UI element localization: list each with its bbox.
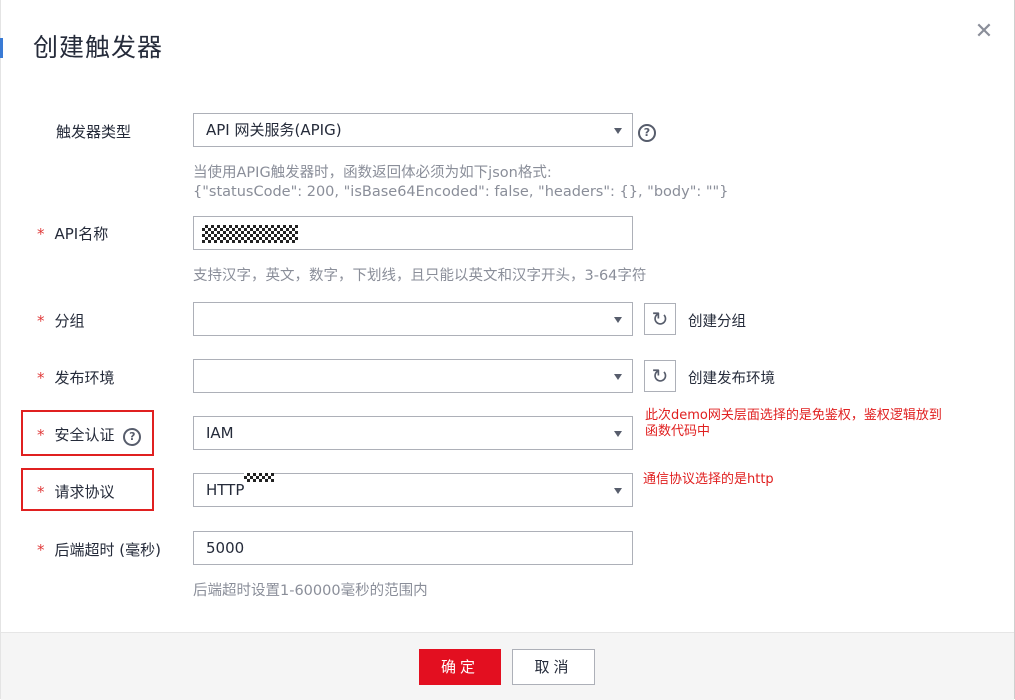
cancel-button[interactable]: 取消 <box>512 649 595 685</box>
group-label: * 分组 <box>37 310 85 331</box>
protocol-select[interactable]: HTTP <box>193 473 633 507</box>
auth-value: IAM <box>206 424 234 442</box>
title-accent-bar <box>0 38 3 58</box>
trigger-type-select[interactable]: API 网关服务(APIG) <box>193 113 633 147</box>
timeout-hint: 后端超时设置1-60000毫秒的范围内 <box>193 583 428 599</box>
protocol-label-text: 请求协议 <box>54 483 115 501</box>
chevron-down-icon <box>614 128 622 134</box>
dialog-title: 创建触发器 <box>33 33 164 62</box>
auth-annotation-line2: 函数代码中 <box>645 424 711 439</box>
environment-label-text: 发布环境 <box>54 369 115 387</box>
redacted-api-name <box>202 224 298 243</box>
question-icon: ? <box>638 124 656 142</box>
environment-refresh-button[interactable]: ↻ <box>644 360 676 392</box>
chevron-down-icon <box>614 431 622 437</box>
refresh-icon: ↻ <box>651 307 669 331</box>
dialog-left-border <box>0 0 1 699</box>
trigger-type-help-icon[interactable]: ? <box>638 121 656 142</box>
auth-label: * 安全认证 ? <box>37 424 142 446</box>
api-name-label: * API名称 <box>37 223 108 244</box>
chevron-down-icon <box>614 374 622 380</box>
required-mark: * <box>37 483 45 501</box>
timeout-value: 5000 <box>206 539 245 557</box>
trigger-type-label: 触发器类型 <box>56 123 132 141</box>
auth-label-text: 安全认证 <box>54 426 115 444</box>
timeout-label: * 后端超时 (毫秒) <box>37 539 161 560</box>
question-icon[interactable]: ? <box>123 428 142 446</box>
close-icon[interactable]: ✕ <box>974 21 994 43</box>
group-refresh-button[interactable]: ↻ <box>644 303 676 335</box>
auth-select[interactable]: IAM <box>193 416 633 450</box>
confirm-button[interactable]: 确定 <box>419 649 501 685</box>
create-environment-link[interactable]: 创建发布环境 <box>688 367 775 388</box>
group-label-text: 分组 <box>54 312 85 330</box>
protocol-annotation: 通信协议选择的是http <box>643 472 774 487</box>
required-mark: * <box>37 312 45 330</box>
protocol-label: * 请求协议 <box>37 481 115 502</box>
environment-select[interactable] <box>193 359 633 393</box>
environment-label: * 发布环境 <box>37 367 115 388</box>
trigger-type-value: API 网关服务(APIG) <box>206 121 342 139</box>
create-group-link[interactable]: 创建分组 <box>688 310 746 331</box>
required-mark: * <box>37 426 45 444</box>
api-name-input[interactable] <box>193 216 633 250</box>
required-mark: * <box>37 541 45 559</box>
redacted-mark <box>244 473 274 482</box>
trigger-type-hint-line1: 当使用APIG触发器时，函数返回体必须为如下json格式: <box>193 165 552 181</box>
auth-annotation-line1: 此次demo网关层面选择的是免鉴权，鉴权逻辑放到 <box>645 408 942 423</box>
api-name-hint: 支持汉字，英文，数字，下划线，且只能以英文和汉字开头，3-64字符 <box>193 268 647 284</box>
timeout-label-text: 后端超时 (毫秒) <box>54 541 161 559</box>
chevron-down-icon <box>614 488 622 494</box>
required-mark: * <box>37 225 45 243</box>
protocol-value: HTTP <box>206 481 245 499</box>
create-trigger-dialog: 创建触发器 ✕ 触发器类型 API 网关服务(APIG) ? 当使用APIG触发… <box>0 0 1015 700</box>
required-mark: * <box>37 369 45 387</box>
api-name-label-text: API名称 <box>54 225 109 243</box>
chevron-down-icon <box>614 317 622 323</box>
group-select[interactable] <box>193 302 633 336</box>
refresh-icon: ↻ <box>651 364 669 388</box>
dialog-footer <box>1 632 1014 700</box>
trigger-type-hint-line2: {"statusCode": 200, "isBase64Encoded": f… <box>193 184 729 200</box>
timeout-input[interactable]: 5000 <box>193 531 633 565</box>
